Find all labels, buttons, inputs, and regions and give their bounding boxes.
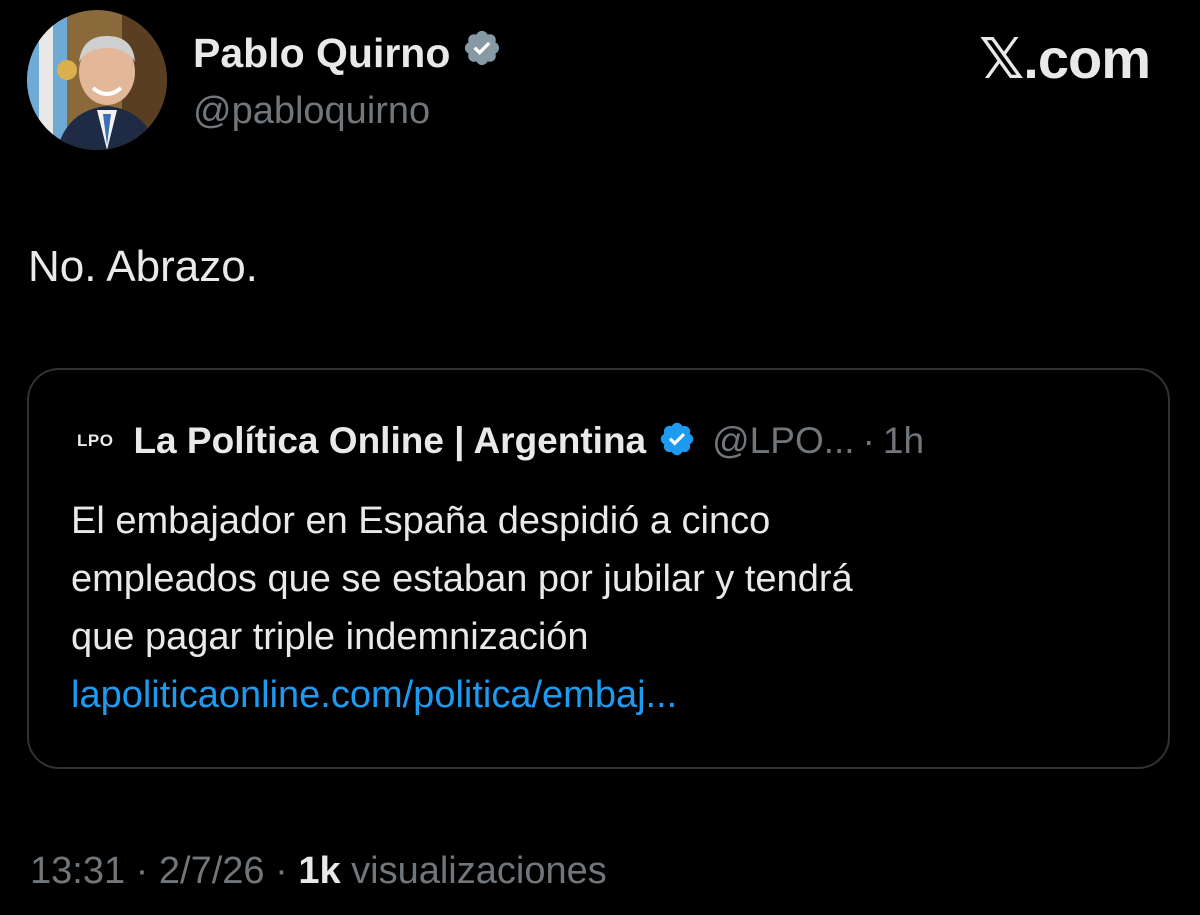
author-name[interactable]: Pablo Quirno xyxy=(193,29,450,77)
separator-dot: · xyxy=(862,420,875,461)
tweet-date[interactable]: 2/7/26 xyxy=(159,850,265,892)
quoted-tweet-body: El embajador en España despidió a cinco … xyxy=(71,492,1131,724)
tweet-meta: 13:31 · 2/7/26 · 1k visualizaciones xyxy=(30,846,607,896)
verified-badge-icon xyxy=(658,420,696,463)
views-count: 1k xyxy=(298,850,341,892)
quoted-tweet-line: que pagar triple indemnización xyxy=(71,616,589,658)
separator-dot: · xyxy=(275,850,288,892)
tweet-text: No. Abrazo. xyxy=(28,242,258,291)
quoted-tweet-line: El embajador en España despidió a cinco xyxy=(71,500,771,542)
views-label: visualizaciones xyxy=(351,850,607,892)
verified-badge-icon xyxy=(462,28,502,78)
x-com-logo: 𝕏.com xyxy=(979,27,1151,90)
quoted-tweet-line: empleados que se estaban por jubilar y t… xyxy=(71,558,853,600)
separator-dot: · xyxy=(135,850,149,892)
quoted-tweet-header: LPO La Política Online | Argentina @LPO.… xyxy=(77,418,924,464)
author-handle[interactable]: @pabloquirno xyxy=(193,88,430,134)
quoted-account-name[interactable]: La Política Online | Argentina xyxy=(133,418,646,464)
quoted-account-logo[interactable]: LPO xyxy=(77,431,113,451)
quoted-tweet-link[interactable]: lapoliticaonline.com/politica/embaj... xyxy=(71,666,1131,724)
avatar[interactable] xyxy=(27,10,167,150)
tweet-time[interactable]: 13:31 xyxy=(30,850,125,892)
quoted-tweet-card[interactable]: LPO La Política Online | Argentina @LPO.… xyxy=(27,368,1170,769)
author-name-row[interactable]: Pablo Quirno xyxy=(193,28,502,78)
quoted-account-handle[interactable]: @LPO... xyxy=(712,418,854,464)
quoted-tweet-time[interactable]: 1h xyxy=(883,418,924,464)
